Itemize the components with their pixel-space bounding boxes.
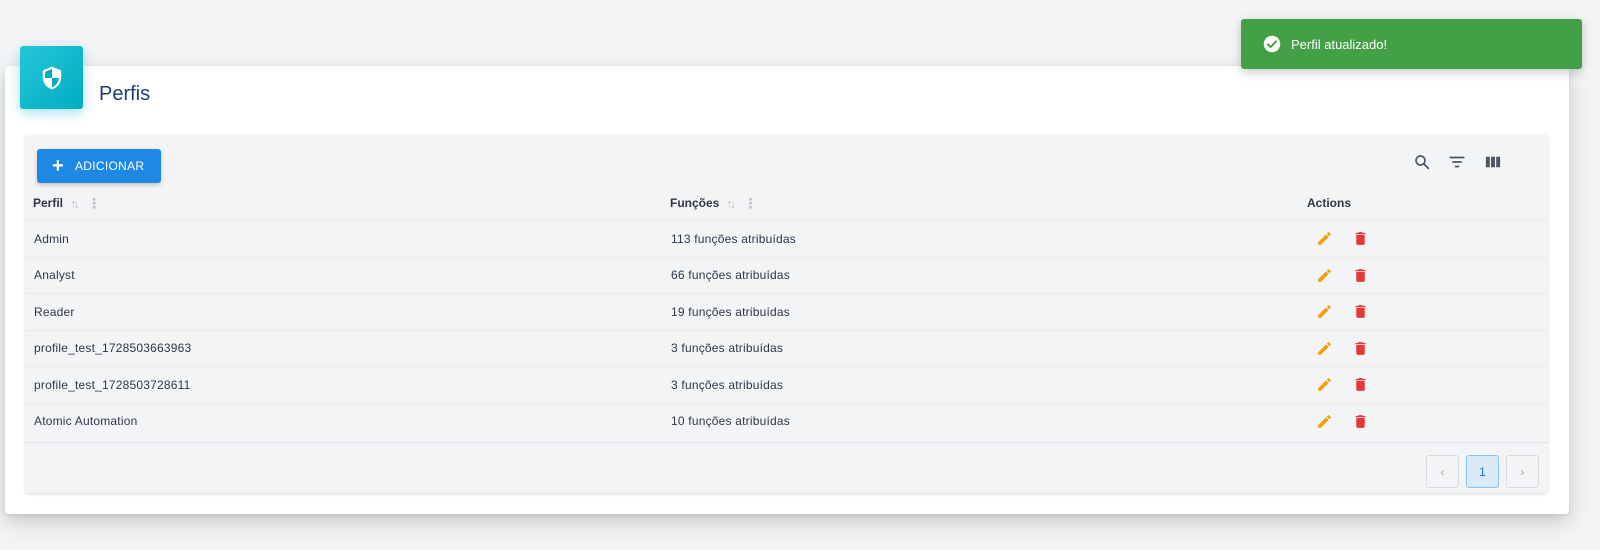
trash-icon[interactable] [1351,339,1369,357]
column-label: Actions [1307,196,1352,210]
table-row: Analyst 66 funções atribuídas [25,256,1548,294]
success-toast: Perfil atualizado! [1241,19,1582,69]
add-button[interactable]: + ADICIONAR [37,149,161,183]
table-row: profile_test_1728503663963 3 funções atri… [25,329,1548,367]
page-title: Perfis [99,83,151,105]
table-row: Reader 19 funções atribuídas [25,293,1548,330]
trash-icon[interactable] [1351,303,1369,321]
sort-icon[interactable]: ↑↓ [70,196,80,211]
prev-page-button[interactable]: ‹ [1426,455,1459,488]
column-menu-icon[interactable]: ⋮ [743,195,757,212]
row-actions [1315,404,1369,440]
plus-icon: + [52,155,64,177]
profile-name-cell: Admin [34,231,70,246]
table-body: Admin 113 funções atribuídas Analyst 66 fun… [25,220,1548,439]
profiles-card: Perfis + ADICIONAR Perfil ↑↓ ⋮ Funções ↑… [5,66,1569,514]
row-actions [1315,294,1369,330]
pencil-icon[interactable] [1315,266,1333,284]
column-label: Perfil [33,196,64,210]
column-menu-icon[interactable]: ⋮ [87,195,101,212]
column-label: Funções [670,196,720,210]
functions-count-cell: 113 funções atribuídas [671,231,796,246]
table-row: Admin 113 funções atribuídas [25,220,1548,257]
row-actions [1315,331,1369,367]
pencil-icon[interactable] [1315,339,1333,357]
check-circle-icon [1263,35,1281,53]
row-actions [1315,258,1369,294]
row-actions [1315,367,1369,403]
pencil-icon[interactable] [1315,412,1333,430]
functions-count-cell: 66 funções atribuídas [671,268,790,283]
row-actions [1315,221,1369,257]
sort-icon[interactable]: ↑↓ [726,196,736,211]
table-row: Atomic Automation 10 funções atribuídas [25,402,1548,440]
column-header-profile[interactable]: Perfil ↑↓ ⋮ [33,187,101,219]
functions-count-cell: 3 funções atribuídas [671,377,784,392]
table-header: Perfil ↑↓ ⋮ Funções ↑↓ ⋮ Actions [25,187,1548,219]
functions-count-cell: 3 funções atribuídas [671,341,784,356]
profiles-table: + ADICIONAR Perfil ↑↓ ⋮ Funções ↑↓ ⋮ Act [25,135,1548,493]
add-button-label: ADICIONAR [74,159,145,173]
search-icon[interactable] [1410,150,1434,174]
pencil-icon[interactable] [1315,303,1333,321]
filter-icon[interactable] [1445,150,1469,174]
column-header-functions[interactable]: Funções ↑↓ ⋮ [670,187,757,219]
toast-message: Perfil atualizado! [1291,36,1388,52]
trash-icon[interactable] [1351,230,1369,248]
profile-name-cell: Atomic Automation [34,414,138,429]
functions-count-cell: 19 funções atribuídas [671,304,790,319]
trash-icon[interactable] [1351,266,1369,284]
profile-name-cell: Reader [34,304,75,319]
trash-icon[interactable] [1351,412,1369,430]
table-row: profile_test_1728503728611 3 funções atri… [25,366,1548,403]
columns-icon[interactable] [1481,150,1505,174]
column-header-actions: Actions [1307,187,1351,219]
page-button-1[interactable]: 1 [1466,455,1499,488]
shield-icon [20,46,83,109]
pencil-icon[interactable] [1315,230,1333,248]
profile-name-cell: Analyst [34,268,75,283]
next-page-button[interactable]: › [1506,455,1539,488]
profile-name-cell: profile_test_1728503728611 [34,377,191,392]
table-footer-divider [25,442,1548,443]
pencil-icon[interactable] [1315,376,1333,394]
functions-count-cell: 10 funções atribuídas [671,414,790,429]
trash-icon[interactable] [1351,376,1369,394]
profile-name-cell: profile_test_1728503663963 [34,341,192,356]
